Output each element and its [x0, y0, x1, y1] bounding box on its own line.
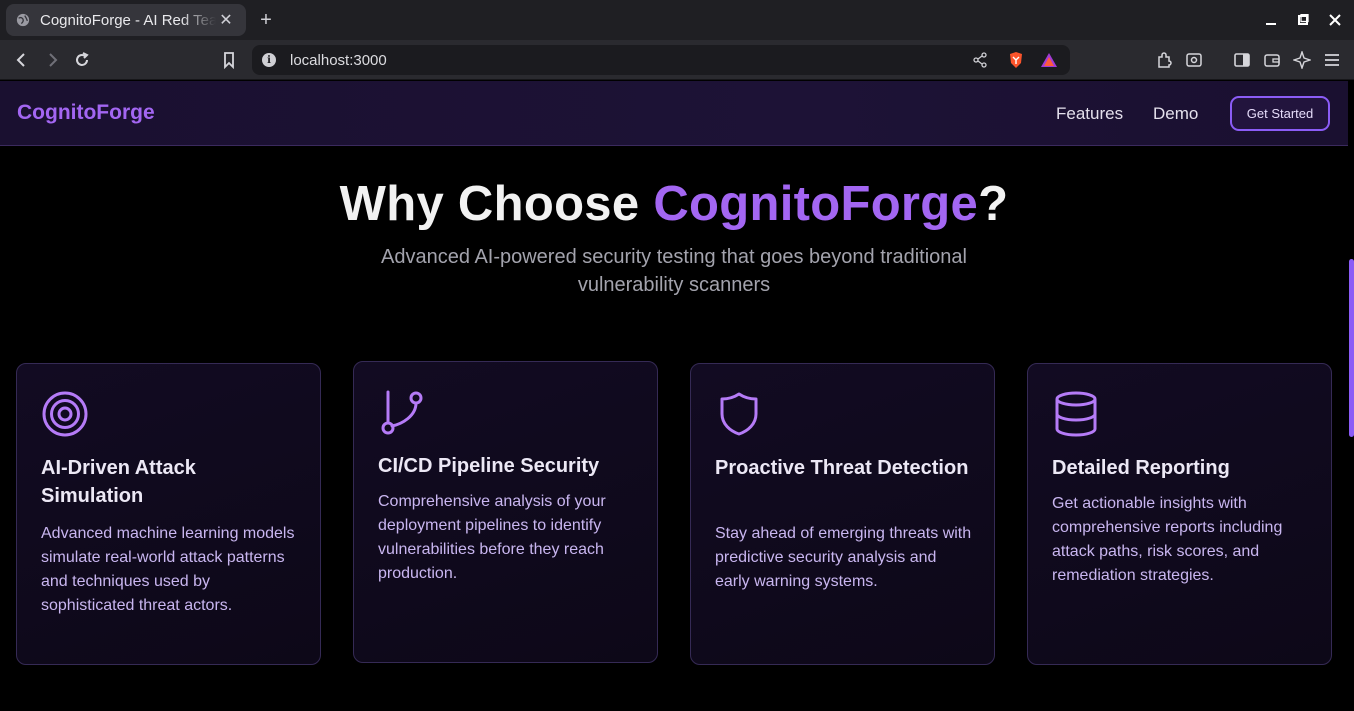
- minimize-icon[interactable]: [1259, 8, 1283, 32]
- tab-close-icon[interactable]: ✕: [216, 10, 236, 30]
- site-info-icon[interactable]: i: [262, 53, 276, 67]
- bookmark-icon[interactable]: [217, 48, 241, 72]
- heading-accent: CognitoForge: [653, 177, 979, 231]
- sidebar-icon[interactable]: [1230, 48, 1254, 72]
- feature-description: Stay ahead of emerging threats with pred…: [715, 525, 972, 590]
- page-scrollbar[interactable]: [1349, 259, 1354, 437]
- back-icon[interactable]: [10, 48, 34, 72]
- section-subheading: Advanced AI-powered security testing tha…: [381, 246, 967, 296]
- extensions-icon[interactable]: [1152, 48, 1176, 72]
- new-tab-button[interactable]: +: [256, 10, 276, 30]
- brave-shields-icon[interactable]: [1006, 50, 1026, 70]
- feature-card-cicd: CI/CD Pipeline Security Comprehensive an…: [353, 361, 658, 663]
- brand-logo[interactable]: CognitoForge: [17, 101, 155, 125]
- heading-prefix: Why Choose: [339, 177, 654, 231]
- browser-tab[interactable]: CognitoForge - AI Red Team ✕: [6, 4, 246, 36]
- tab-search-icon[interactable]: [1182, 48, 1206, 72]
- tab-title: CognitoForge - AI Red Team: [40, 11, 216, 29]
- forward-icon[interactable]: [40, 48, 64, 72]
- feature-card-reporting: Detailed Reporting Get actionable insigh…: [1027, 363, 1332, 665]
- wallet-icon[interactable]: [1260, 48, 1284, 72]
- brave-rewards-icon[interactable]: [1039, 50, 1059, 70]
- reload-icon[interactable]: [70, 48, 94, 72]
- share-icon[interactable]: [970, 50, 990, 70]
- globe-icon: [16, 13, 30, 27]
- page-viewport: CognitoForge Features Demo Get Started W…: [0, 81, 1354, 711]
- feature-title: Proactive Threat Detection: [715, 457, 969, 479]
- feature-card-ai-attack: AI-Driven Attack Simulation Advanced mac…: [16, 363, 321, 665]
- feature-description: Get actionable insights with comprehensi…: [1052, 495, 1283, 584]
- nav-link-features[interactable]: Features: [1056, 104, 1123, 124]
- feature-description: Comprehensive analysis of your deploymen…: [378, 493, 606, 582]
- close-window-icon[interactable]: [1323, 8, 1347, 32]
- address-bar[interactable]: i localhost:3000: [252, 45, 1070, 75]
- get-started-button[interactable]: Get Started: [1230, 96, 1330, 131]
- url-text: localhost:3000: [290, 51, 387, 69]
- feature-title: CI/CD Pipeline Security: [378, 455, 600, 477]
- feature-title: AI-Driven Attack Simulation: [41, 457, 196, 507]
- heading-suffix: ?: [978, 177, 1009, 231]
- top-navigation: CognitoForge Features Demo Get Started: [0, 81, 1348, 146]
- feature-title: Detailed Reporting: [1052, 457, 1230, 479]
- menu-icon[interactable]: [1320, 48, 1344, 72]
- database-icon: [1055, 391, 1097, 437]
- feature-card-threat-detection: Proactive Threat Detection Stay ahead of…: [690, 363, 995, 665]
- shield-icon: [720, 392, 758, 436]
- leo-ai-icon[interactable]: [1290, 48, 1314, 72]
- section-heading: Why Choose CognitoForge?: [0, 176, 1348, 232]
- nav-link-demo[interactable]: Demo: [1153, 104, 1198, 124]
- browser-tab-bar: CognitoForge - AI Red Team ✕ +: [0, 0, 1354, 40]
- git-branch-icon: [381, 390, 423, 435]
- target-icon: [42, 391, 88, 437]
- feature-description: Advanced machine learning models simulat…: [41, 525, 295, 614]
- maximize-icon[interactable]: [1291, 8, 1315, 32]
